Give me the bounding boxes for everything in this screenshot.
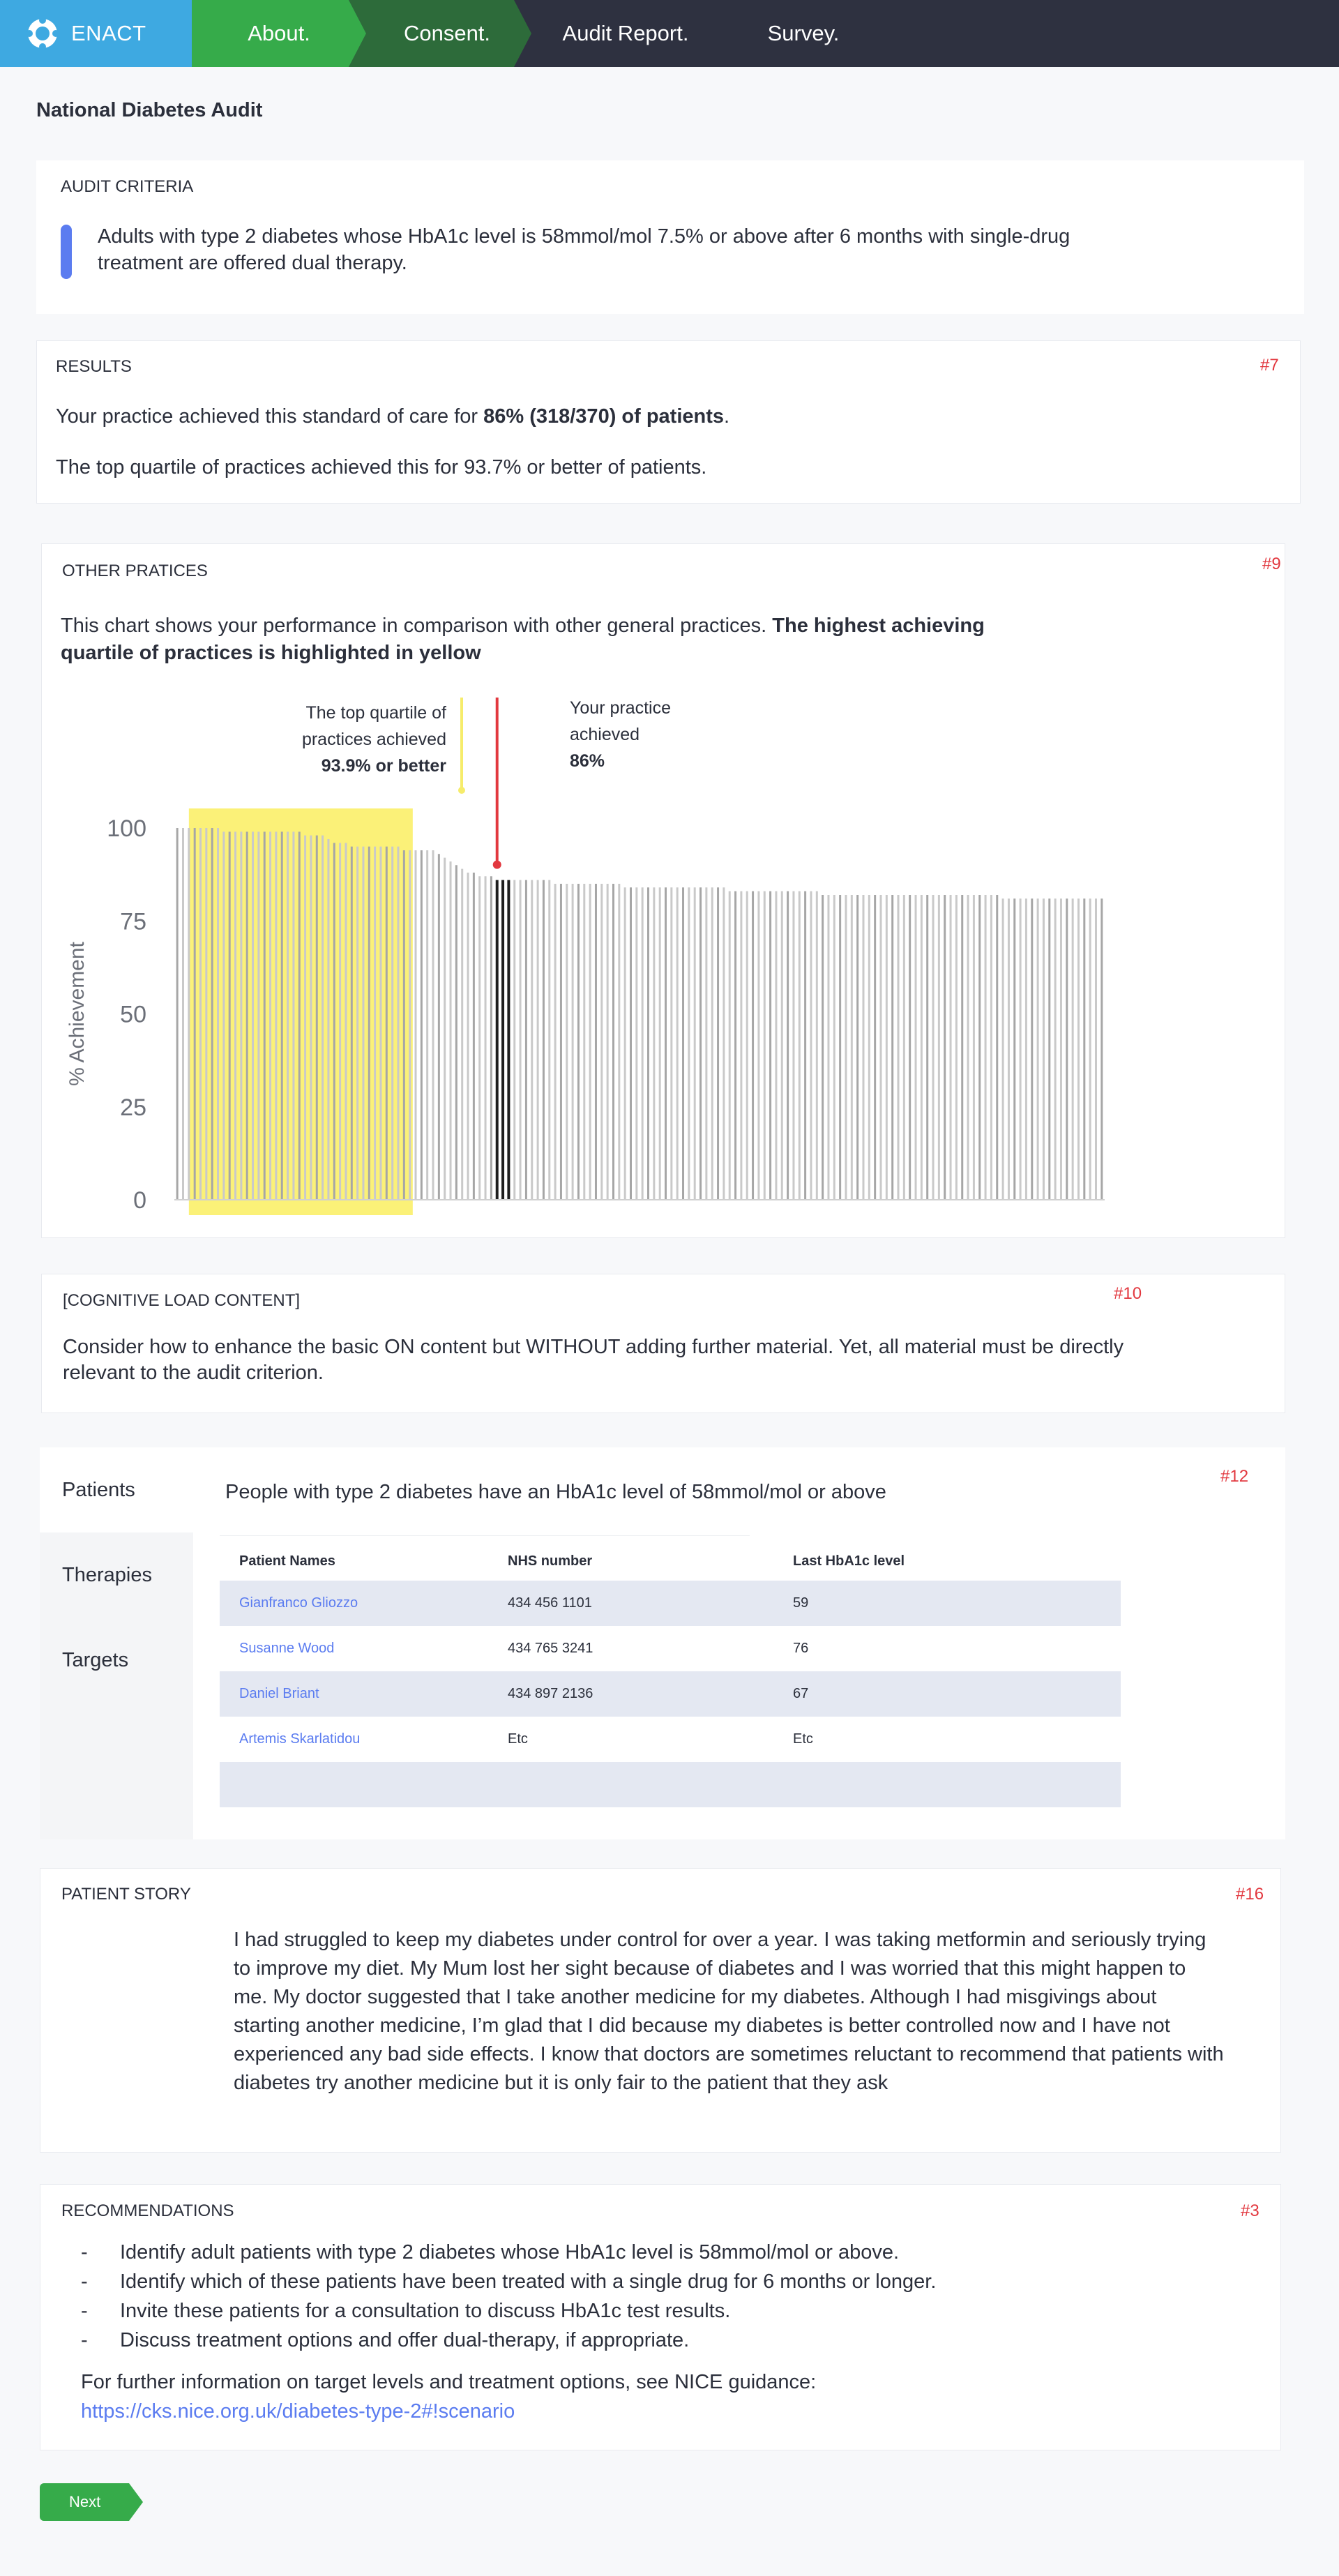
audit-criteria-text: Adults with type 2 diabetes whose HbA1c … bbox=[98, 225, 1071, 274]
table-row: Susanne Wood 434 765 3241 76 bbox=[220, 1626, 1121, 1671]
tab-therapies[interactable]: Therapies bbox=[40, 1532, 193, 1618]
nice-guidance-link[interactable]: https://cks.nice.org.uk/diabetes-type-2#… bbox=[81, 2400, 515, 2423]
criteria-accent-bar bbox=[61, 225, 72, 279]
patient-name-link[interactable]: Artemis Skarlatidou bbox=[239, 1717, 360, 1762]
recommendations-info: For further information on target levels… bbox=[81, 2367, 816, 2426]
hba1c-level: 67 bbox=[793, 1686, 809, 1701]
col-patient-names: Patient Names bbox=[239, 1553, 335, 1569]
page-title: National Diabetes Audit bbox=[36, 99, 263, 121]
y-tick-label: 25 bbox=[120, 1094, 146, 1121]
cognitive-load-text: Consider how to enhance the basic ON con… bbox=[63, 1336, 1124, 1384]
your-practice-annotation-line2: achieved bbox=[570, 725, 640, 744]
nhs-number: 434 765 3241 bbox=[508, 1641, 593, 1656]
your-practice-marker-dot bbox=[492, 860, 501, 869]
top-quartile-annotation-line3: 93.9% or better bbox=[321, 756, 447, 776]
patients-ref: #12 bbox=[1220, 1467, 1249, 1486]
table-row: Daniel Briant 434 897 2136 67 bbox=[220, 1671, 1121, 1717]
recommendation-item: Invite these patients for a consultation… bbox=[81, 2296, 936, 2326]
y-tick-label: 75 bbox=[120, 908, 146, 935]
patient-story-ref: #16 bbox=[1236, 1885, 1264, 1904]
step-survey[interactable]: Survey. bbox=[720, 0, 887, 67]
recommendations-ref: #3 bbox=[1241, 2201, 1259, 2220]
results-card: RESULTS #7 Your practice achieved this s… bbox=[36, 340, 1301, 504]
y-tick-label: 100 bbox=[107, 815, 146, 842]
patients-table-header: Patient Names NHS number Last HbA1c leve… bbox=[220, 1542, 1121, 1581]
recommendation-item: Identify adult patients with type 2 diab… bbox=[81, 2238, 936, 2267]
col-last-hba1c: Last HbA1c level bbox=[793, 1553, 905, 1569]
top-quartile-annotation-line2: practices achieved bbox=[302, 730, 446, 749]
brand-name: ENACT bbox=[71, 21, 146, 45]
brand[interactable]: ENACT bbox=[0, 0, 192, 67]
audit-criteria-heading: AUDIT CRITERIA bbox=[61, 177, 194, 196]
patient-name-link[interactable]: Susanne Wood bbox=[239, 1626, 334, 1671]
achievement-bar-chart: 0 25 50 75 100 % Achievement The top quartil… bbox=[66, 698, 1105, 1215]
recommendation-item: Identify which of these patients have be… bbox=[81, 2267, 936, 2296]
your-practice-annotation-line1: Your practice bbox=[570, 698, 671, 718]
table-row-empty bbox=[220, 1762, 1121, 1807]
y-tick-label: 0 bbox=[133, 1187, 146, 1214]
nhs-number: Etc bbox=[508, 1731, 528, 1747]
recommendations-list: Identify adult patients with type 2 diab… bbox=[81, 2238, 936, 2355]
enact-logo-icon bbox=[26, 17, 59, 50]
tab-targets[interactable]: Targets bbox=[40, 1618, 193, 1703]
results-line1-prefix: Your practice achieved this standard of … bbox=[56, 405, 484, 428]
nhs-number: 434 897 2136 bbox=[508, 1686, 593, 1701]
patients-table-title: People with type 2 diabetes have an HbA1… bbox=[225, 1481, 886, 1503]
results-practice-line: Your practice achieved this standard of … bbox=[56, 405, 729, 428]
results-line1-suffix: . bbox=[724, 405, 730, 428]
results-top-quartile-line: The top quartile of practices achieved t… bbox=[56, 456, 707, 479]
top-quartile-highlight bbox=[188, 808, 413, 1215]
hba1c-level: 59 bbox=[793, 1595, 809, 1611]
results-line1-bold: 86% (318/370) of patients bbox=[483, 405, 725, 428]
cognitive-load-heading: [COGNITIVE LOAD CONTENT] bbox=[63, 1291, 301, 1310]
results-ref: #7 bbox=[1260, 356, 1279, 375]
patient-story-card: PATIENT STORY #16 I had struggled to kee… bbox=[40, 1868, 1281, 2153]
audit-criteria-card: AUDIT CRITERIA Adults with type 2 diabet… bbox=[36, 160, 1304, 314]
cognitive-load-ref: #10 bbox=[1114, 1284, 1142, 1303]
tab-empty bbox=[40, 1703, 193, 1839]
recommendations-card: RECOMMENDATIONS #3 Identify adult patien… bbox=[40, 2184, 1281, 2450]
patient-story-text: I had struggled to keep my diabetes unde… bbox=[234, 1929, 1224, 2094]
step-audit-report[interactable]: Audit Report. bbox=[531, 0, 720, 67]
nhs-number: 434 456 1101 bbox=[508, 1595, 592, 1611]
table-row: Artemis Skarlatidou Etc Etc bbox=[220, 1717, 1121, 1762]
patients-panel: Patients Therapies Targets People with t… bbox=[40, 1447, 1285, 1839]
top-nav: ENACT About. Consent. Audit Report. Surv… bbox=[0, 0, 1339, 67]
table-divider bbox=[220, 1535, 750, 1536]
hba1c-level: Etc bbox=[793, 1731, 813, 1747]
table-row: Gianfranco Gliozzo 434 456 1101 59 bbox=[220, 1581, 1121, 1626]
cognitive-load-card: [COGNITIVE LOAD CONTENT] #10 Consider ho… bbox=[41, 1274, 1285, 1413]
recommendations-heading: RECOMMENDATIONS bbox=[61, 2201, 234, 2220]
patients-tab-content: People with type 2 diabetes have an HbA1… bbox=[193, 1447, 1285, 1839]
results-heading: RESULTS bbox=[56, 357, 132, 376]
tab-patients[interactable]: Patients bbox=[40, 1447, 193, 1532]
patient-story-heading: PATIENT STORY bbox=[61, 1885, 191, 1904]
patient-name-link[interactable]: Daniel Briant bbox=[239, 1671, 319, 1717]
top-quartile-marker-dot bbox=[458, 787, 465, 794]
patient-name-link[interactable]: Gianfranco Gliozzo bbox=[239, 1581, 358, 1626]
col-nhs-number: NHS number bbox=[508, 1553, 593, 1569]
hba1c-level: 76 bbox=[793, 1641, 809, 1656]
your-practice-annotation-line3: 86% bbox=[570, 751, 605, 771]
other-practices-card: OTHER PRATICES #9 This chart shows your … bbox=[41, 543, 1285, 1238]
y-axis-label: % Achievement bbox=[66, 941, 89, 1085]
y-tick-label: 50 bbox=[120, 1002, 146, 1028]
top-quartile-annotation-line1: The top quartile of bbox=[305, 703, 446, 723]
step-consent[interactable]: Consent. bbox=[349, 0, 531, 67]
nice-guidance-text: For further information on target levels… bbox=[81, 2371, 817, 2393]
next-button[interactable]: Next bbox=[40, 2483, 143, 2521]
recommendation-item: Discuss treatment options and offer dual… bbox=[81, 2326, 936, 2355]
step-about[interactable]: About. bbox=[192, 0, 366, 67]
